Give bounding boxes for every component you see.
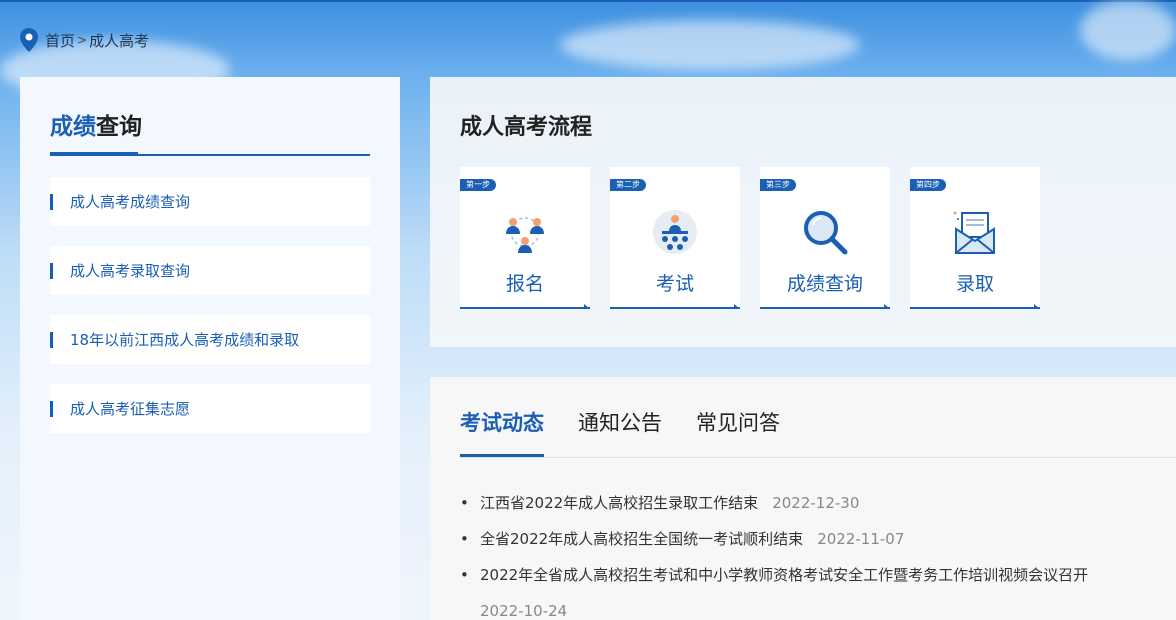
step-admission[interactable]: 第四步 录取 bbox=[910, 167, 1040, 309]
sidebar-item-label: 成人高考成绩查询 bbox=[70, 193, 191, 211]
magnifier-icon bbox=[804, 211, 848, 255]
sidebar-item-label: 成人高考录取查询 bbox=[70, 262, 191, 280]
location-pin-icon bbox=[20, 28, 38, 52]
step-score-query[interactable]: 第三步 成绩查询 bbox=[760, 167, 890, 309]
news-tabs: 考试动态 通知公告 常见问答 bbox=[460, 407, 814, 457]
list-item: 全省2022年成人高校招生全国统一考试顺利结束 2022-11-07 bbox=[460, 521, 1160, 557]
step-exam[interactable]: 第二步 考试 bbox=[610, 167, 740, 309]
step-badge: 第四步 bbox=[910, 179, 946, 191]
sidebar-title-rest: 查询 bbox=[96, 114, 142, 140]
step-registration[interactable]: 第一步 报名 bbox=[460, 167, 590, 309]
sidebar-item-admission-query[interactable]: 成人高考录取查询 bbox=[50, 246, 370, 295]
news-title-link[interactable]: 2022年全省成人高校招生考试和中小学教师资格考试安全工作暨考务工作培训视频会议… bbox=[480, 566, 1088, 584]
tab-exam-news[interactable]: 考试动态 bbox=[460, 407, 544, 457]
tab-divider bbox=[460, 457, 1176, 458]
sidebar-item-label: 18年以前江西成人高考成绩和录取 bbox=[70, 331, 300, 349]
sidebar-title-highlight: 成绩 bbox=[50, 114, 96, 140]
step-corner-arrow bbox=[584, 304, 590, 309]
list-item: 2022年全省成人高校招生考试和中小学教师资格考试安全工作暨考务工作培训视频会议… bbox=[460, 557, 1160, 620]
step-badge: 第三步 bbox=[760, 179, 796, 191]
top-accent-line bbox=[0, 0, 1176, 2]
step-label: 成绩查询 bbox=[786, 273, 863, 295]
sidebar-item-label: 成人高考征集志愿 bbox=[70, 400, 191, 418]
tab-faq[interactable]: 常见问答 bbox=[696, 407, 780, 457]
sidebar-item-supplementary-application[interactable]: 成人高考征集志愿 bbox=[50, 384, 370, 433]
step-badge: 第二步 bbox=[610, 179, 646, 191]
step-label: 报名 bbox=[505, 273, 544, 295]
step-corner-arrow bbox=[1034, 304, 1040, 309]
people-network-icon bbox=[506, 217, 544, 253]
step-badge: 第一步 bbox=[460, 179, 496, 191]
news-panel: 考试动态 通知公告 常见问答 江西省2022年成人高校招生录取工作结束 2022-… bbox=[430, 377, 1176, 620]
background-cloud bbox=[1080, 0, 1176, 60]
envelope-letter-icon bbox=[953, 211, 995, 254]
sidebar-title: 成绩查询 bbox=[50, 107, 142, 141]
list-item: 江西省2022年成人高校招生录取工作结束 2022-12-30 bbox=[460, 485, 1160, 521]
step-label: 考试 bbox=[655, 273, 694, 295]
tab-announcements[interactable]: 通知公告 bbox=[578, 407, 662, 457]
sidebar: 成绩查询 成人高考成绩查询 成人高考录取查询 18年以前江西成人高考成绩和录取 … bbox=[20, 77, 400, 620]
sidebar-item-marker bbox=[50, 262, 53, 279]
sidebar-title-underline bbox=[50, 152, 138, 156]
step-label: 录取 bbox=[955, 273, 994, 295]
step-corner-arrow bbox=[884, 304, 890, 309]
sidebar-item-marker bbox=[50, 193, 53, 210]
breadcrumb-home-link[interactable]: 首页 bbox=[45, 30, 75, 51]
process-title: 成人高考流程 bbox=[460, 115, 593, 140]
news-date: 2022-12-30 bbox=[772, 494, 860, 512]
news-date: 2022-11-07 bbox=[817, 530, 905, 548]
sidebar-item-marker bbox=[50, 400, 53, 417]
news-title-link[interactable]: 江西省2022年成人高校招生录取工作结束 bbox=[480, 494, 758, 512]
sidebar-item-marker bbox=[50, 331, 53, 348]
breadcrumb: 首页 > 成人高考 bbox=[20, 28, 149, 52]
news-title-link[interactable]: 全省2022年成人高校招生全国统一考试顺利结束 bbox=[480, 530, 803, 548]
background-cloud bbox=[560, 20, 860, 70]
breadcrumb-current: 成人高考 bbox=[89, 31, 150, 50]
sidebar-item-pre-2018-results[interactable]: 18年以前江西成人高考成绩和录取 bbox=[50, 315, 370, 364]
step-corner-arrow bbox=[734, 304, 740, 309]
news-list: 江西省2022年成人高校招生录取工作结束 2022-12-30 全省2022年成人… bbox=[460, 485, 1160, 620]
news-date: 2022-10-24 bbox=[480, 602, 568, 620]
sidebar-item-score-query[interactable]: 成人高考成绩查询 bbox=[50, 177, 370, 226]
breadcrumb-separator: > bbox=[77, 33, 88, 47]
exam-hall-icon bbox=[653, 210, 697, 254]
process-panel: 成人高考流程 第一步 报名 第二步 考试 第三步 成绩查询 第四步 录取 bbox=[430, 77, 1176, 347]
